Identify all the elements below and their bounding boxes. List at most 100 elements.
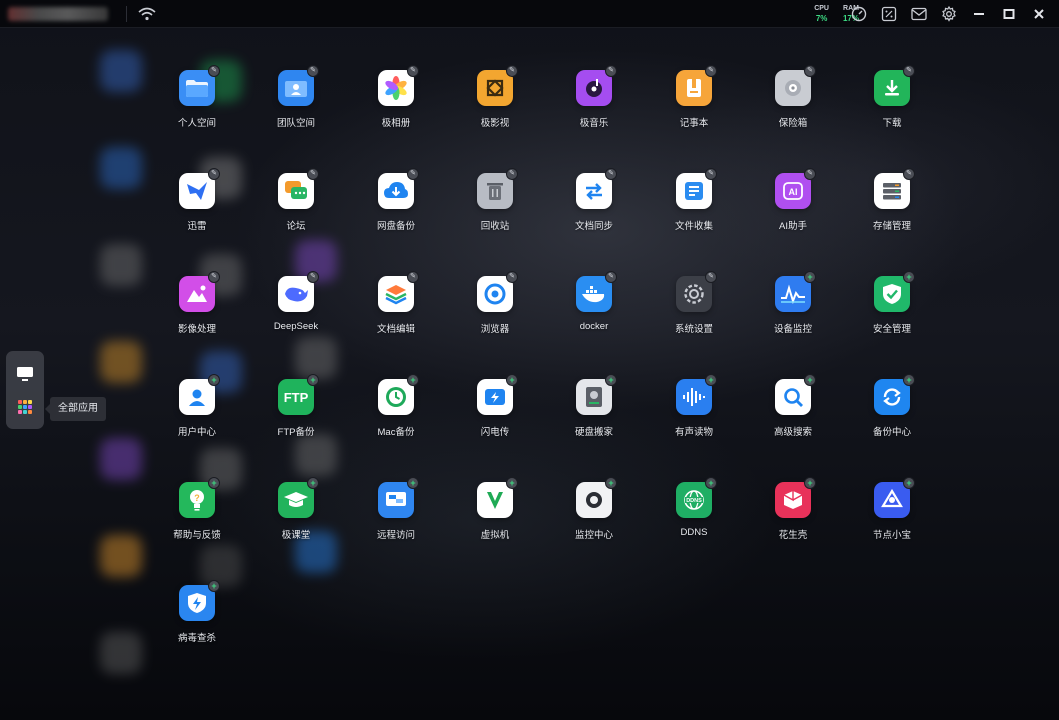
app-tile[interactable]: ✎ 回收站 bbox=[447, 168, 543, 263]
pinned-badge[interactable]: ✎ bbox=[506, 65, 518, 77]
team-folder-icon: ✎ bbox=[278, 65, 319, 106]
add-to-desktop-badge[interactable]: + bbox=[407, 374, 419, 386]
app-tile[interactable]: ✎ 影像处理 bbox=[149, 271, 245, 366]
add-to-desktop-badge[interactable]: + bbox=[705, 477, 717, 489]
app-tile[interactable]: + 病毒查杀 bbox=[149, 580, 245, 675]
peanut-box-icon: + bbox=[775, 477, 816, 518]
app-tile[interactable]: ✎ 文档同步 bbox=[546, 168, 642, 263]
close-icon[interactable] bbox=[1029, 4, 1049, 24]
app-tile[interactable]: + 用户中心 bbox=[149, 374, 245, 469]
app-tile[interactable]: + 远程访问 bbox=[348, 477, 444, 572]
pinned-badge[interactable]: ✎ bbox=[605, 168, 617, 180]
app-tile[interactable]: + 监控中心 bbox=[546, 477, 642, 572]
app-tile[interactable]: ✎ 极相册 bbox=[348, 65, 444, 160]
add-to-desktop-badge[interactable]: + bbox=[605, 477, 617, 489]
user-account-chip[interactable] bbox=[8, 6, 108, 21]
percent-icon[interactable] bbox=[879, 4, 899, 24]
pinned-badge[interactable]: ✎ bbox=[903, 65, 915, 77]
add-to-desktop-badge[interactable]: + bbox=[307, 477, 319, 489]
add-to-desktop-badge[interactable]: + bbox=[307, 374, 319, 386]
pinned-badge[interactable]: ✎ bbox=[407, 65, 419, 77]
app-tile[interactable]: + 备份中心 bbox=[844, 374, 940, 469]
pinned-badge[interactable]: ✎ bbox=[307, 168, 319, 180]
pinned-badge[interactable]: ✎ bbox=[407, 271, 419, 283]
pinned-badge[interactable]: ✎ bbox=[307, 65, 319, 77]
mail-icon[interactable] bbox=[909, 4, 929, 24]
pinned-badge[interactable]: ✎ bbox=[208, 271, 220, 283]
gear-icon[interactable] bbox=[939, 4, 959, 24]
pinned-badge[interactable]: ✎ bbox=[407, 168, 419, 180]
app-tile[interactable]: ✎ 论坛 bbox=[248, 168, 344, 263]
pinned-badge[interactable]: ✎ bbox=[705, 271, 717, 283]
app-tile[interactable]: + 硬盘搬家 bbox=[546, 374, 642, 469]
add-to-desktop-badge[interactable]: + bbox=[804, 271, 816, 283]
minimize-icon[interactable] bbox=[969, 4, 989, 24]
app-tile[interactable]: ✎ 下载 bbox=[844, 65, 940, 160]
app-tile[interactable]: ✎ 保险箱 bbox=[745, 65, 841, 160]
add-to-desktop-badge[interactable]: + bbox=[804, 374, 816, 386]
pinned-badge[interactable]: ✎ bbox=[903, 168, 915, 180]
pinned-badge[interactable]: ✎ bbox=[804, 168, 816, 180]
app-label: 迅雷 bbox=[187, 221, 207, 232]
app-tile[interactable]: ✎ 迅雷 bbox=[149, 168, 245, 263]
pinned-badge[interactable]: ✎ bbox=[705, 65, 717, 77]
app-tile[interactable]: ✎ docker bbox=[546, 271, 642, 366]
add-to-desktop-badge[interactable]: + bbox=[407, 477, 419, 489]
add-to-desktop-badge[interactable]: + bbox=[208, 374, 220, 386]
app-tile[interactable]: ✎ 存储管理 bbox=[844, 168, 940, 263]
pinned-badge[interactable]: ✎ bbox=[307, 271, 319, 283]
pinned-badge[interactable]: ✎ bbox=[208, 65, 220, 77]
app-tile[interactable]: ✎ 浏览器 bbox=[447, 271, 543, 366]
add-to-desktop-badge[interactable]: + bbox=[903, 271, 915, 283]
app-tile[interactable]: + 花生壳 bbox=[745, 477, 841, 572]
app-tile[interactable]: ✎ DeepSeek bbox=[248, 271, 344, 366]
app-tile[interactable]: + 有声读物 bbox=[646, 374, 742, 469]
app-tile[interactable]: ✎ 团队空间 bbox=[248, 65, 344, 160]
add-to-desktop-badge[interactable]: + bbox=[506, 374, 518, 386]
app-label: 记事本 bbox=[679, 118, 709, 129]
app-tile[interactable]: ✎ 极影视 bbox=[447, 65, 543, 160]
app-tile[interactable]: ✎ 个人空间 bbox=[149, 65, 245, 160]
app-tile[interactable]: + 高级搜索 bbox=[745, 374, 841, 469]
app-tile[interactable]: + 极课堂 bbox=[248, 477, 344, 572]
app-label: 有声读物 bbox=[674, 427, 713, 438]
app-tile[interactable]: DDNS + DDNS bbox=[646, 477, 742, 572]
add-to-desktop-badge[interactable]: + bbox=[804, 477, 816, 489]
add-to-desktop-badge[interactable]: + bbox=[903, 477, 915, 489]
pinned-badge[interactable]: ✎ bbox=[605, 271, 617, 283]
pinned-badge[interactable]: ✎ bbox=[506, 168, 518, 180]
pinned-badge[interactable]: ✎ bbox=[705, 168, 717, 180]
add-to-desktop-badge[interactable]: + bbox=[506, 477, 518, 489]
wifi-icon[interactable] bbox=[137, 6, 157, 22]
desktop-icon[interactable] bbox=[12, 361, 38, 387]
app-tile[interactable]: ✎ 系统设置 bbox=[646, 271, 742, 366]
app-tile[interactable]: + 闪电传 bbox=[447, 374, 543, 469]
app-tile[interactable]: ✎ 极音乐 bbox=[546, 65, 642, 160]
app-tile[interactable]: ✎ 网盘备份 bbox=[348, 168, 444, 263]
app-tile[interactable]: ✎ 记事本 bbox=[646, 65, 742, 160]
app-tile[interactable]: FTP + FTP备份 bbox=[248, 374, 344, 469]
app-tile[interactable]: AI ✎ AI助手 bbox=[745, 168, 841, 263]
app-tile[interactable]: + 安全管理 bbox=[844, 271, 940, 366]
pinned-badge[interactable]: ✎ bbox=[605, 65, 617, 77]
pinned-badge[interactable]: ✎ bbox=[506, 271, 518, 283]
ddns-globe-icon: DDNS + bbox=[676, 477, 717, 518]
maximize-icon[interactable] bbox=[999, 4, 1019, 24]
gauge-icon[interactable] bbox=[849, 4, 869, 24]
lightning-transfer-icon: + bbox=[477, 374, 518, 415]
app-tile[interactable]: + Mac备份 bbox=[348, 374, 444, 469]
app-tile[interactable]: ✎ 文件收集 bbox=[646, 168, 742, 263]
add-to-desktop-badge[interactable]: + bbox=[208, 580, 220, 592]
app-tile[interactable]: ? + 帮助与反馈 bbox=[149, 477, 245, 572]
pinned-badge[interactable]: ✎ bbox=[804, 65, 816, 77]
add-to-desktop-badge[interactable]: + bbox=[605, 374, 617, 386]
add-to-desktop-badge[interactable]: + bbox=[705, 374, 717, 386]
add-to-desktop-badge[interactable]: + bbox=[208, 477, 220, 489]
app-tile[interactable]: + 虚拟机 bbox=[447, 477, 543, 572]
add-to-desktop-badge[interactable]: + bbox=[903, 374, 915, 386]
app-tile[interactable]: + 节点小宝 bbox=[844, 477, 940, 572]
app-tile[interactable]: ✎ 文档编辑 bbox=[348, 271, 444, 366]
all-apps-grid-icon[interactable] bbox=[12, 394, 38, 420]
pinned-badge[interactable]: ✎ bbox=[208, 168, 220, 180]
app-tile[interactable]: + 设备监控 bbox=[745, 271, 841, 366]
